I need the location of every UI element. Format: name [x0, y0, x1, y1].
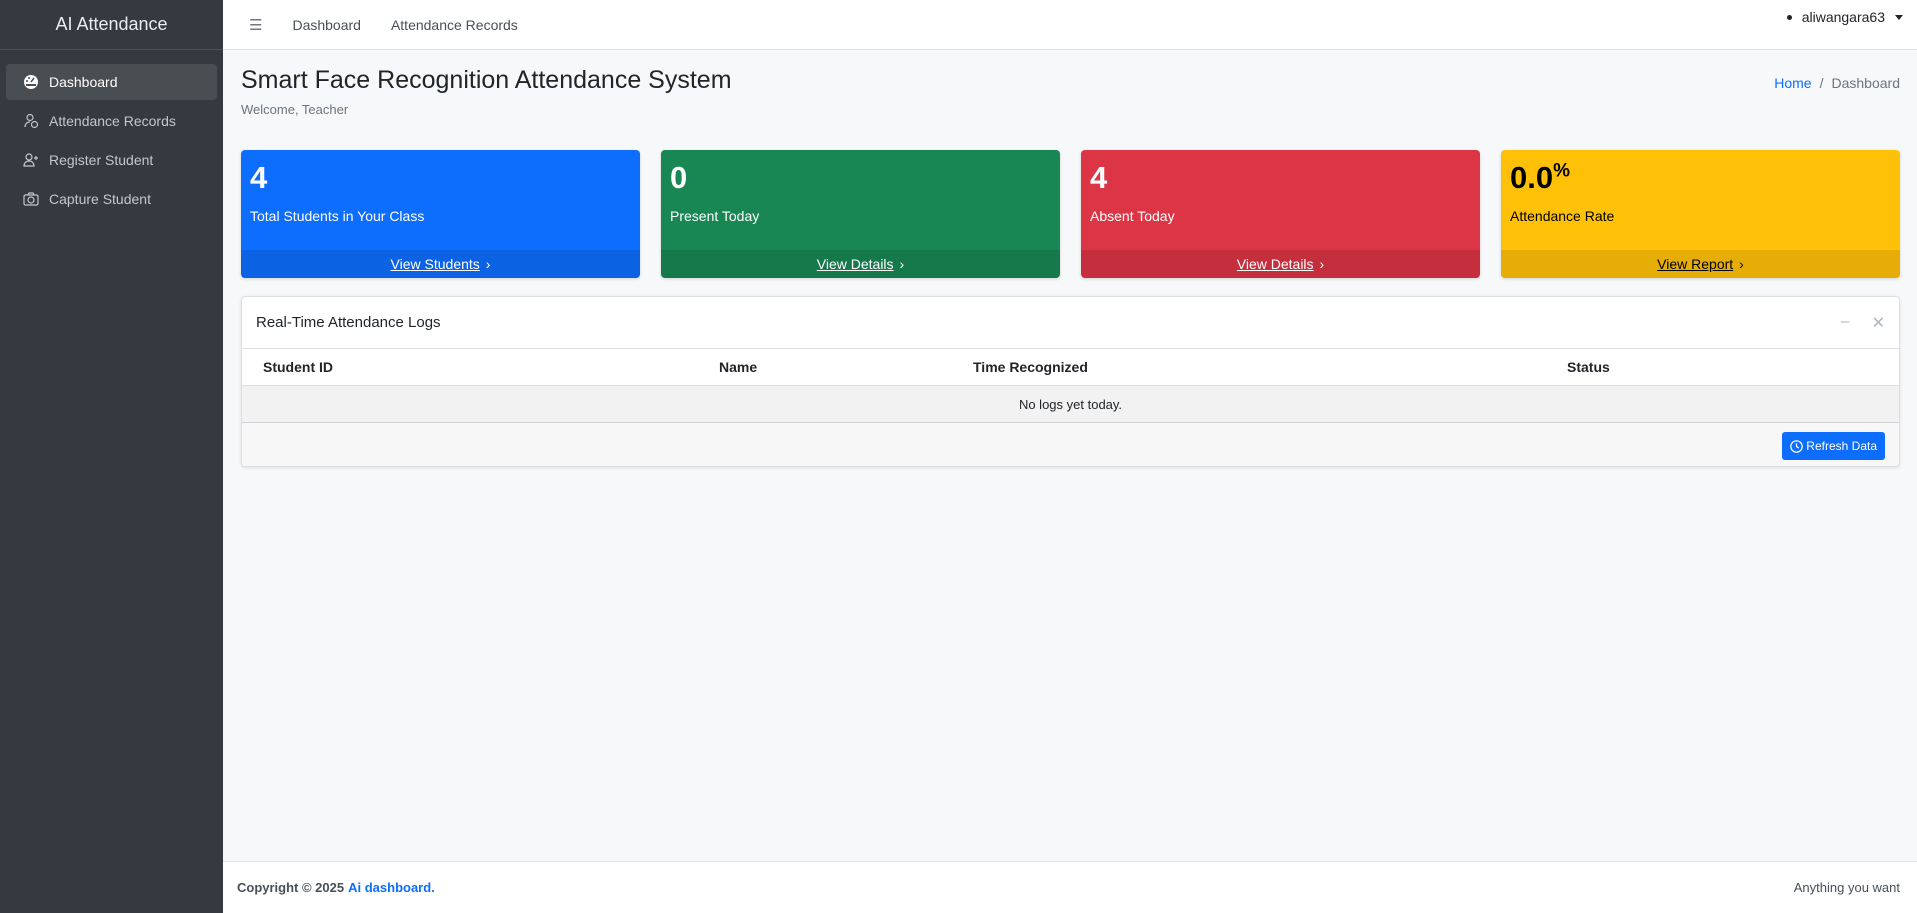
- table-header: Student ID Name Time Recognized Status: [242, 349, 1899, 386]
- copyright: Copyright © 2025 Ai dashboard.: [237, 880, 435, 895]
- sidebar-item-label: Capture Student: [49, 191, 151, 207]
- card-value: 4: [250, 160, 268, 195]
- chevron-right-icon: ›: [1319, 256, 1325, 272]
- chevron-right-icon: ›: [899, 256, 905, 272]
- column-header: Time Recognized: [973, 359, 1088, 375]
- column-header: Name: [719, 359, 758, 375]
- card-value: 0.0%: [1510, 160, 1570, 196]
- user-plus-icon: [23, 153, 38, 167]
- sidebar: AI Attendance Dashboard Attendance Recor…: [0, 0, 223, 913]
- attendance-logs-card: Real-Time Attendance Logs – ✕ Student ID …: [241, 296, 1900, 467]
- sidebar-item-capture-student[interactable]: Capture Student: [6, 181, 217, 217]
- footer-link[interactable]: Ai dashboard.: [348, 880, 435, 895]
- nav-link-dashboard[interactable]: Dashboard: [292, 17, 361, 33]
- rate-value: 0.0: [1510, 160, 1554, 195]
- card-absent-today: 4 Absent Today View Details ›: [1081, 150, 1480, 278]
- main-content: Smart Face Recognition Attendance System…: [223, 50, 1917, 861]
- card-footer: Refresh Data: [242, 423, 1899, 466]
- stat-cards: 4 Total Students in Your Class View Stud…: [241, 150, 1900, 278]
- footer-right-text: Anything you want: [1793, 880, 1900, 895]
- copyright-text: Copyright © 2025: [237, 880, 345, 895]
- card-label: Absent Today: [1090, 208, 1175, 224]
- page-title: Smart Face Recognition Attendance System: [241, 66, 732, 94]
- column-header: Status: [1567, 359, 1610, 375]
- bullet-icon: [1786, 14, 1792, 20]
- sidebar-item-register-student[interactable]: Register Student: [6, 142, 217, 178]
- welcome-text: Welcome, Teacher: [241, 102, 349, 117]
- view-report-link[interactable]: View Report ›: [1501, 250, 1900, 278]
- minimize-icon[interactable]: –: [1841, 313, 1850, 333]
- link-label: View Report: [1657, 256, 1734, 272]
- user-dropdown[interactable]: aliwangara63: [1786, 9, 1903, 25]
- view-details-link[interactable]: View Details ›: [661, 250, 1060, 278]
- breadcrumb-separator: /: [1819, 75, 1824, 91]
- chevron-right-icon: ›: [485, 256, 491, 272]
- card-label: Attendance Rate: [1510, 208, 1615, 224]
- card-label: Total Students in Your Class: [250, 208, 425, 224]
- user-check-icon: [24, 113, 39, 129]
- chevron-right-icon: ›: [1739, 256, 1744, 272]
- column-header: Student ID: [263, 359, 333, 375]
- empty-row: No logs yet today.: [242, 386, 1899, 423]
- close-icon[interactable]: ✕: [1872, 313, 1885, 333]
- menu-toggle-icon[interactable]: ☰: [249, 16, 262, 34]
- sidebar-nav: Dashboard Attendance Records Register St…: [0, 50, 223, 217]
- sidebar-item-label: Dashboard: [49, 74, 118, 90]
- page-footer: Copyright © 2025 Ai dashboard. Anything y…: [223, 861, 1917, 913]
- link-label: View Students: [390, 256, 480, 272]
- card-value: 0: [670, 160, 688, 195]
- caret-down-icon: [1895, 14, 1903, 20]
- link-label: View Details: [816, 256, 894, 272]
- camera-icon: [23, 192, 39, 206]
- clock-icon: [1790, 439, 1804, 453]
- brand-logo[interactable]: AI Attendance: [0, 0, 223, 50]
- breadcrumb-home[interactable]: Home: [1774, 75, 1811, 91]
- breadcrumb: Home / Dashboard: [1774, 75, 1900, 91]
- link-label: View Details: [1236, 256, 1314, 272]
- username: aliwangara63: [1801, 9, 1885, 25]
- breadcrumb-current: Dashboard: [1831, 75, 1901, 91]
- card-value: 4: [1090, 160, 1108, 195]
- view-students-link[interactable]: View Students ›: [241, 250, 640, 278]
- top-navbar: ☰ Dashboard Attendance Records aliwangar…: [223, 0, 1917, 50]
- sidebar-item-dashboard[interactable]: Dashboard: [6, 64, 217, 100]
- button-label: Refresh Data: [1806, 439, 1877, 453]
- percent-sign: %: [1553, 160, 1571, 182]
- sidebar-item-label: Attendance Records: [49, 113, 176, 129]
- card-attendance-rate: 0.0% Attendance Rate View Report ›: [1501, 150, 1900, 278]
- card-present-today: 0 Present Today View Details ›: [661, 150, 1060, 278]
- view-details-link[interactable]: View Details ›: [1081, 250, 1480, 278]
- nav-link-attendance-records[interactable]: Attendance Records: [391, 17, 518, 33]
- card-header: Real-Time Attendance Logs – ✕: [242, 297, 1899, 349]
- refresh-data-button[interactable]: Refresh Data: [1782, 432, 1885, 460]
- card-total-students: 4 Total Students in Your Class View Stud…: [241, 150, 640, 278]
- card-title: Real-Time Attendance Logs: [256, 314, 441, 331]
- sidebar-item-label: Register Student: [49, 152, 154, 168]
- card-label: Present Today: [670, 208, 760, 224]
- dashboard-gauge-icon: [24, 75, 38, 89]
- sidebar-item-attendance-records[interactable]: Attendance Records: [6, 103, 217, 139]
